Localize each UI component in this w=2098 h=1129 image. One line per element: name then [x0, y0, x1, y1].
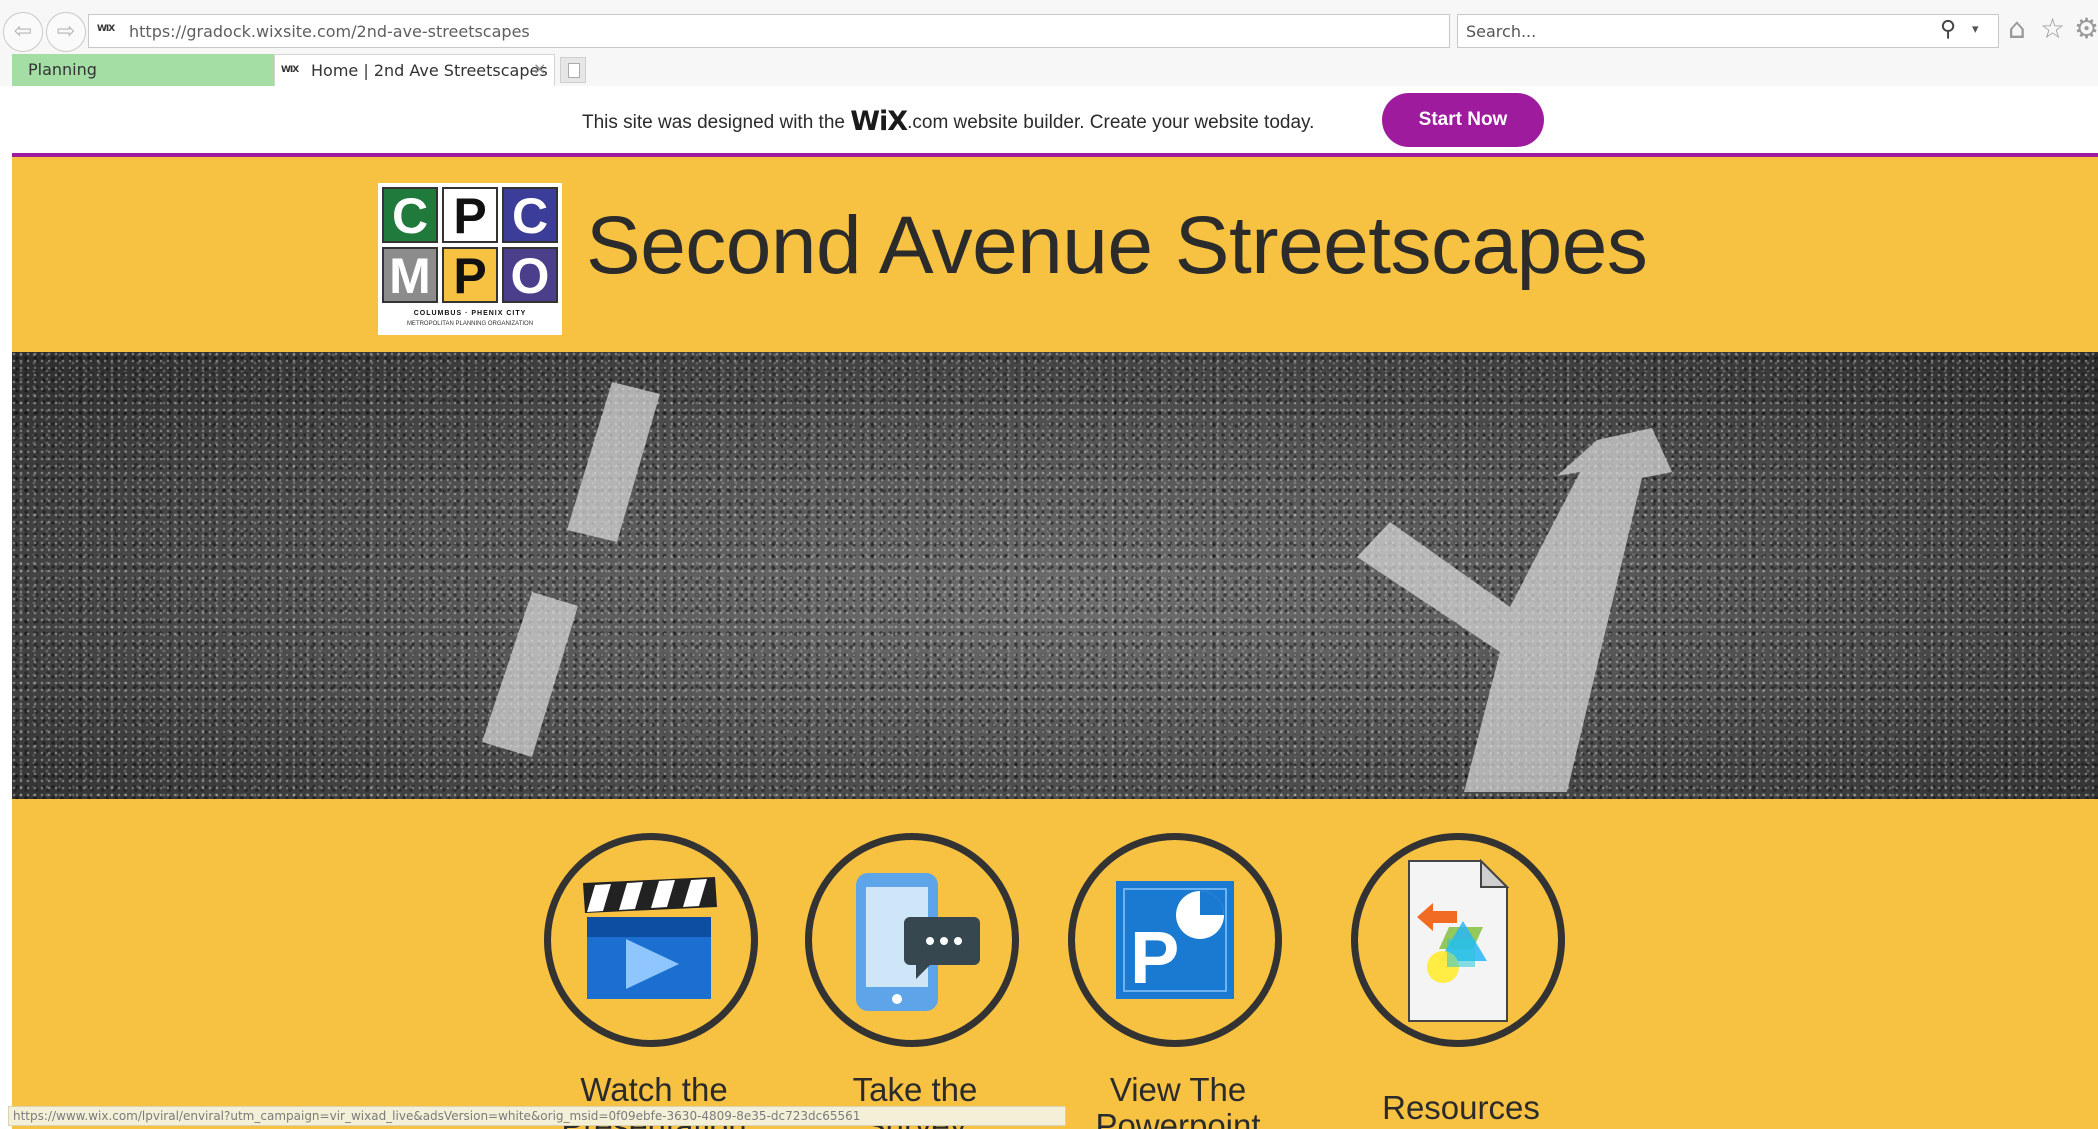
site-favicon-icon: WIX [97, 24, 115, 34]
action-label: Take the [852, 1071, 978, 1108]
logo-subtitle: COLUMBUS · PHENIX CITY [413, 310, 527, 317]
action-label-2: Powerpoint [1095, 1107, 1261, 1129]
search-box[interactable]: ⚲ ▾ [1457, 14, 1999, 48]
banner-text: This site was designed with the WiX.com … [582, 106, 1314, 137]
document-shapes-icon [1408, 858, 1510, 1022]
browser-chrome: ⇦ ⇨ WIX https://gradock.wixsite.com/2nd-… [0, 0, 2098, 92]
video-clapper-icon [583, 877, 717, 999]
logo-letter: P [442, 247, 498, 303]
tab-group-label: Planning [28, 60, 97, 79]
url-text[interactable]: https://gradock.wixsite.com/2nd-ave-stre… [129, 22, 530, 41]
road-marking-dash [482, 592, 578, 757]
road-marking-dash [567, 382, 660, 542]
close-icon[interactable]: × [533, 59, 546, 78]
star-icon[interactable]: ☆ [2040, 12, 2065, 45]
tablet-chat-icon [856, 873, 980, 1011]
tab-strip: Planning WIX Home | 2nd Ave Streetscapes… [0, 54, 2098, 86]
search-input[interactable] [1466, 20, 1906, 42]
forward-icon[interactable]: ⇨ [46, 12, 86, 52]
logo-letter: C [382, 187, 438, 243]
action-label: View The [1109, 1071, 1247, 1108]
search-icon[interactable]: ⚲ [1940, 17, 1956, 42]
home-icon[interactable]: ⌂ [2008, 12, 2026, 45]
watch-presentation-button[interactable]: Watch the Presentation [544, 833, 764, 1129]
wix-logo: WiX [850, 106, 908, 137]
logo-letter: P [442, 187, 498, 243]
take-survey-button[interactable]: Take the Survey [805, 833, 1025, 1129]
tab-favicon-icon: WIX [281, 65, 299, 75]
action-label: Resources [1382, 1089, 1540, 1126]
page-content: C P C M P O COLUMBUS · PHENIX CITY METRO… [12, 157, 2098, 1129]
tab-title: Home | 2nd Ave Streetscapes [311, 61, 548, 80]
tab-group-planning[interactable]: Planning [12, 54, 274, 86]
action-label: Watch the [580, 1071, 728, 1108]
cpc-mpo-logo[interactable]: C P C M P O COLUMBUS · PHENIX CITY METRO… [378, 183, 562, 335]
svg-text:P: P [1130, 916, 1179, 999]
wix-banner: This site was designed with the WiX.com … [0, 86, 2098, 154]
banner-text-before: This site was designed with the [582, 112, 851, 133]
new-tab-button[interactable] [560, 57, 586, 83]
logo-letter: M [382, 247, 438, 303]
status-bar-url: https://www.wix.com/lpviral/enviral?utm_… [8, 1106, 1066, 1126]
hero-image [12, 352, 2098, 799]
gear-icon[interactable]: ⚙ [2074, 12, 2098, 45]
search-dropdown-icon[interactable]: ▾ [1972, 22, 1979, 37]
address-bar[interactable]: WIX https://gradock.wixsite.com/2nd-ave-… [88, 14, 1526, 48]
logo-letter: C [502, 187, 558, 243]
powerpoint-icon: P [1116, 881, 1234, 999]
road-marking-arrow [1357, 428, 1672, 792]
resources-button[interactable]: Resources [1351, 833, 1571, 1129]
road-markings [482, 382, 1672, 792]
back-icon[interactable]: ⇦ [3, 12, 43, 52]
logo-letter: O [502, 247, 558, 303]
logo-subtitle-2: METROPOLITAN PLANNING ORGANIZATION [406, 321, 534, 327]
tab-home[interactable]: WIX Home | 2nd Ave Streetscapes × [274, 54, 555, 86]
start-now-button[interactable]: Start Now [1382, 93, 1544, 147]
view-powerpoint-button[interactable]: P View The Powerpoint [1068, 833, 1288, 1129]
page-title: Second Avenue Streetscapes [586, 200, 1648, 291]
banner-text-after: .com website builder. Create your websit… [907, 112, 1315, 133]
